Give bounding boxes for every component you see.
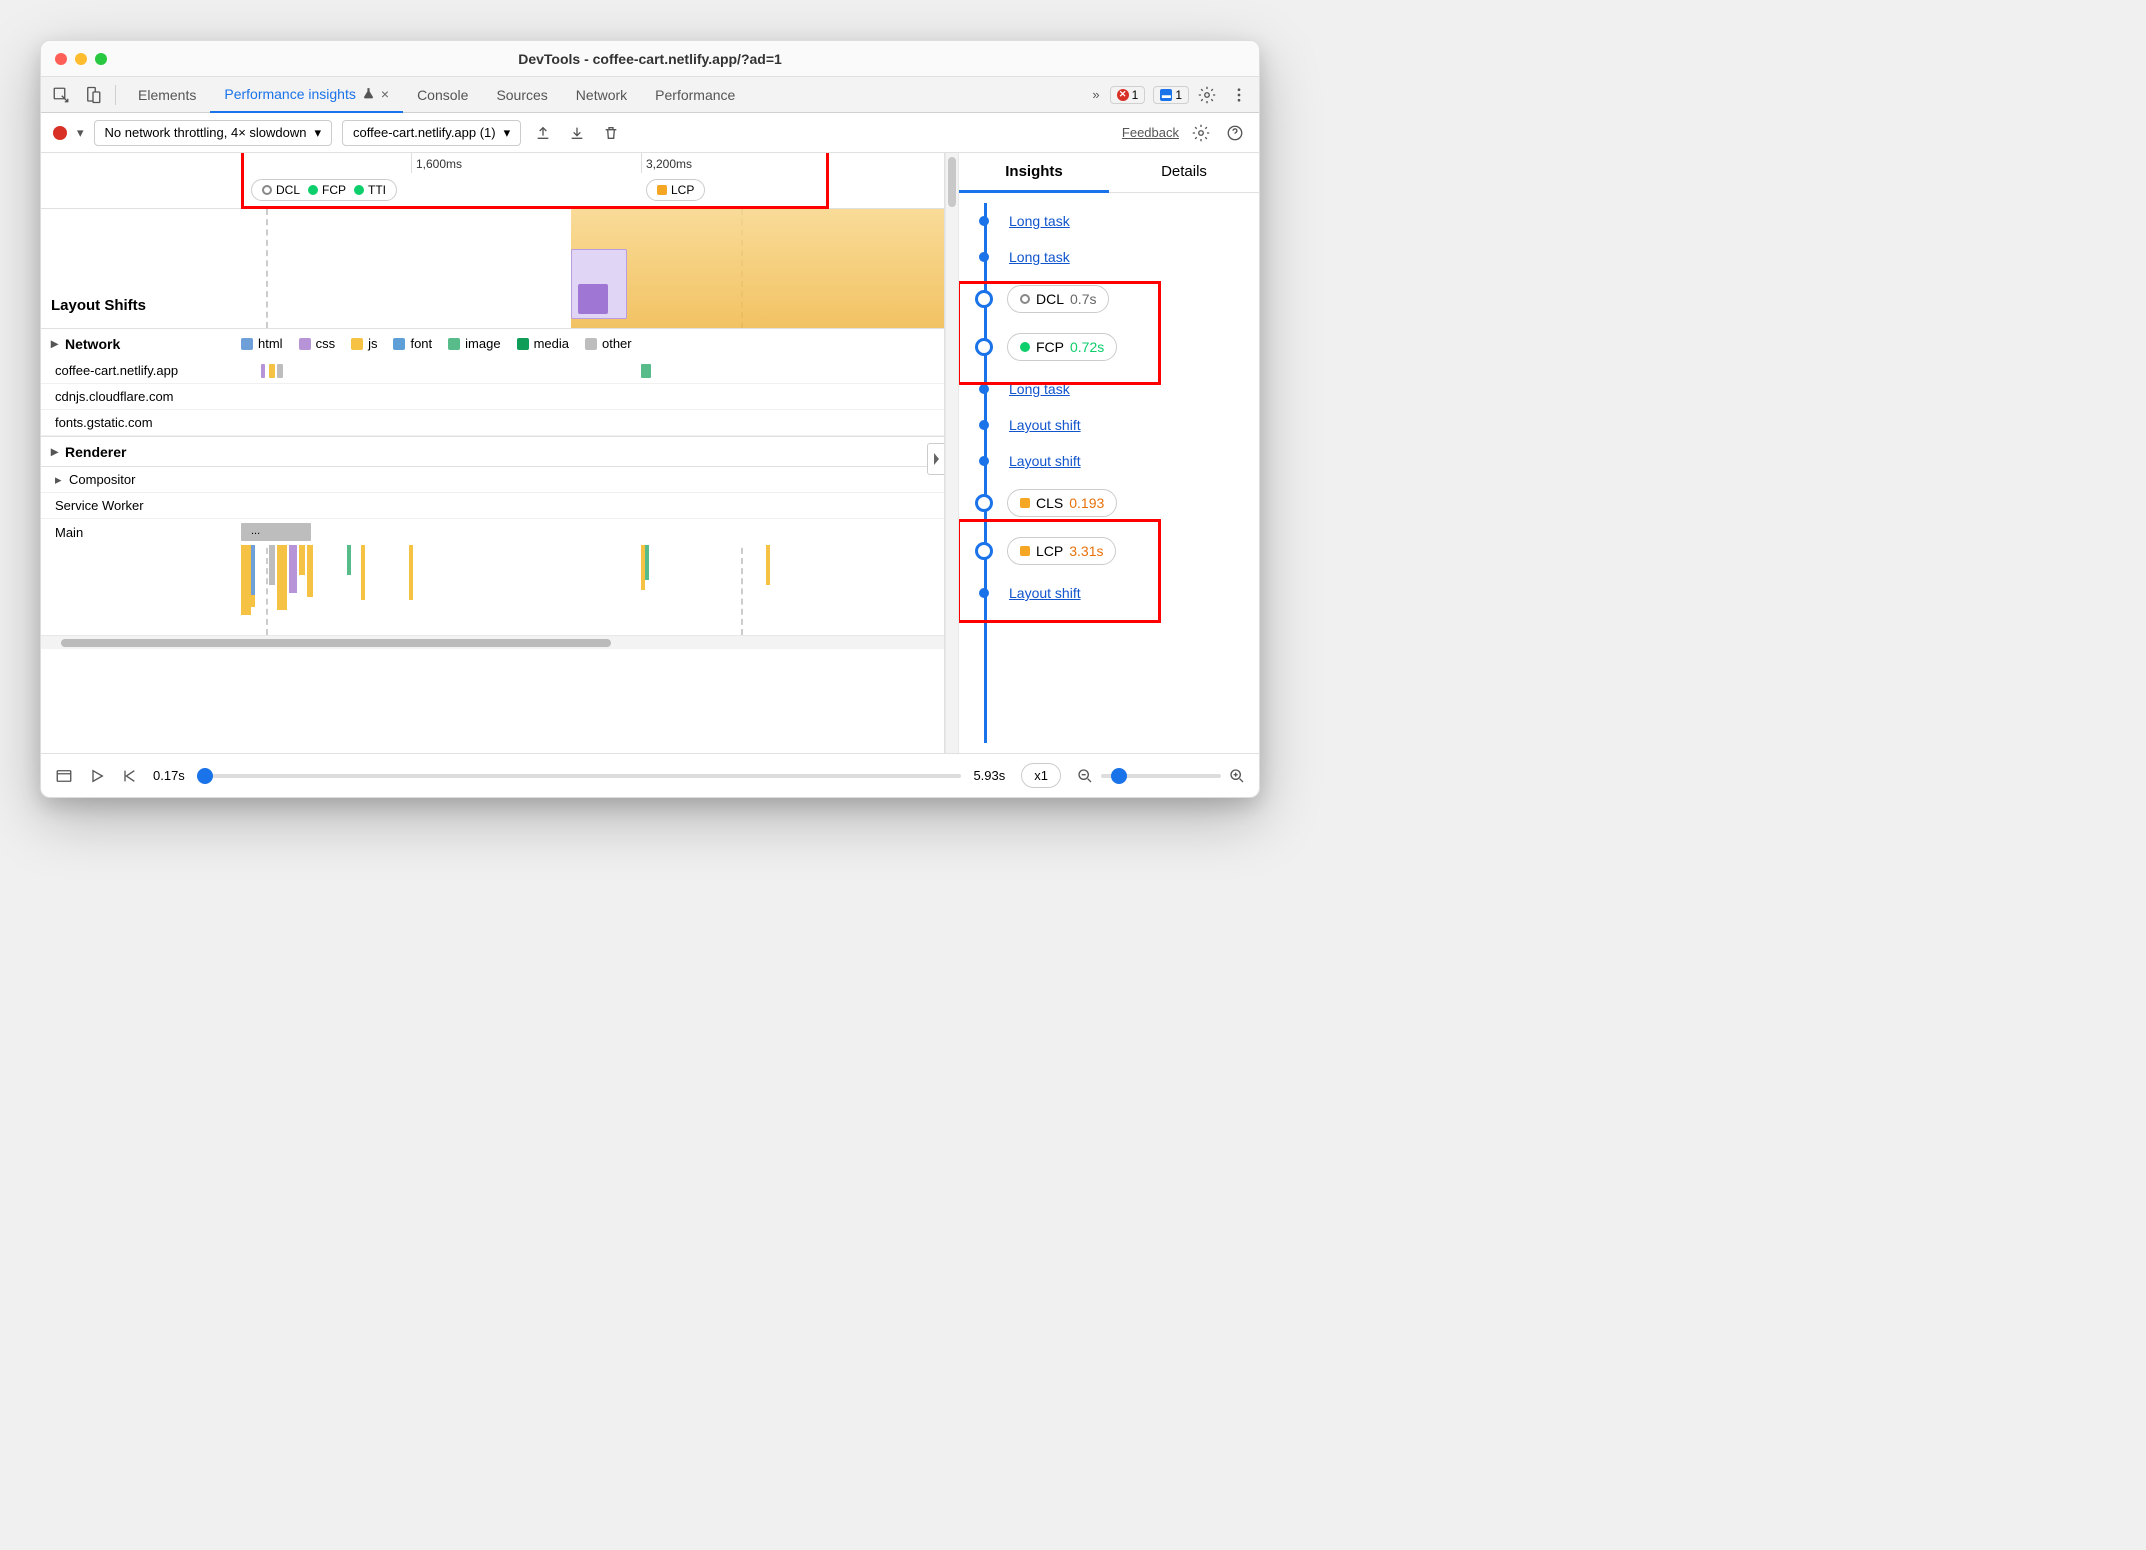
panel-settings-gear-icon[interactable] [1189, 121, 1213, 145]
help-icon[interactable] [1223, 121, 1247, 145]
main-row[interactable]: Main ... [41, 519, 944, 545]
titlebar: DevTools - coffee-cart.netlify.app/?ad=1 [41, 41, 1259, 77]
recording-select[interactable]: coffee-cart.netlify.app (1)▾ [342, 120, 521, 146]
playback-bar: 0.17s 5.93s x1 [41, 753, 1259, 797]
insight-long-task[interactable]: Long task [979, 203, 1249, 239]
throttling-select[interactable]: No network throttling, 4× slowdown▾ [94, 120, 333, 146]
delete-icon[interactable] [599, 121, 623, 145]
rewind-icon[interactable] [121, 768, 137, 784]
insights-list[interactable]: Long task Long task DCL 0.7s FCP 0.72s L… [959, 193, 1259, 753]
flask-icon [362, 87, 375, 100]
minimize-window-button[interactable] [75, 53, 87, 65]
play-icon[interactable] [89, 768, 105, 784]
timeline-pane: 1,600ms 3,200ms DCL FCP TTI LCP Layout S… [41, 153, 945, 753]
panel-tabs: Elements Performance insights × Console … [124, 77, 1082, 113]
feedback-link[interactable]: Feedback [1122, 125, 1179, 140]
service-worker-row[interactable]: Service Worker [41, 493, 944, 519]
zoom-in-icon[interactable] [1229, 768, 1245, 784]
tab-performance-insights[interactable]: Performance insights × [210, 77, 403, 113]
insight-fcp[interactable]: FCP 0.72s [979, 323, 1249, 371]
close-tab-icon[interactable]: × [381, 86, 389, 102]
kebab-menu-icon[interactable] [1225, 81, 1253, 109]
settings-gear-icon[interactable] [1193, 81, 1221, 109]
insight-layout-shift[interactable]: Layout shift [979, 407, 1249, 443]
export-icon[interactable] [531, 121, 555, 145]
network-section: ▸ Network html css js font image media o… [41, 329, 944, 437]
horizontal-scrollbar[interactable] [41, 635, 944, 649]
section-label: Network [65, 336, 120, 352]
time-tick: 3,200ms [646, 157, 692, 171]
insight-long-task[interactable]: Long task [979, 371, 1249, 407]
tab-details[interactable]: Details [1109, 153, 1259, 192]
traffic-lights [55, 53, 107, 65]
insights-toolbar: ▾ No network throttling, 4× slowdown▾ co… [41, 113, 1259, 153]
devtools-window: DevTools - coffee-cart.netlify.app/?ad=1… [40, 40, 1260, 798]
error-icon: ✕ [1117, 89, 1129, 101]
error-count-badge[interactable]: ✕ 1 [1110, 86, 1146, 104]
renderer-section-header[interactable]: ▸Renderer [41, 437, 944, 467]
insight-long-task[interactable]: Long task [979, 239, 1249, 275]
tab-performance[interactable]: Performance [641, 77, 749, 113]
timeline-ruler[interactable]: 1,600ms 3,200ms DCL FCP TTI LCP [41, 153, 944, 209]
collapse-sidebar-handle[interactable] [927, 443, 945, 475]
message-icon: ▬ [1160, 89, 1172, 101]
import-icon[interactable] [565, 121, 589, 145]
layout-shifts-label: Layout Shifts [51, 297, 146, 314]
screenshot-thumb[interactable] [571, 249, 627, 319]
time-end: 5.93s [973, 768, 1005, 783]
network-row[interactable]: coffee-cart.netlify.app [41, 358, 944, 384]
network-row[interactable]: fonts.gstatic.com [41, 410, 944, 436]
time-tick: 1,600ms [416, 157, 462, 171]
zoom-out-icon[interactable] [1077, 768, 1093, 784]
tab-network[interactable]: Network [562, 77, 641, 113]
speed-select[interactable]: x1 [1021, 763, 1061, 788]
insight-dcl[interactable]: DCL 0.7s [979, 275, 1249, 323]
tab-sources[interactable]: Sources [482, 77, 561, 113]
close-window-button[interactable] [55, 53, 67, 65]
vertical-scrollbar[interactable] [945, 153, 959, 753]
record-button[interactable] [53, 126, 67, 140]
time-start: 0.17s [153, 768, 185, 783]
devtools-tabs-row: Elements Performance insights × Console … [41, 77, 1259, 113]
content-area: 1,600ms 3,200ms DCL FCP TTI LCP Layout S… [41, 153, 1259, 753]
zoom-slider[interactable] [1101, 774, 1221, 778]
flame-chart[interactable] [241, 545, 944, 635]
network-row[interactable]: cdnjs.cloudflare.com [41, 384, 944, 410]
filmstrip-row[interactable]: Layout Shifts [41, 209, 944, 329]
maximize-window-button[interactable] [95, 53, 107, 65]
more-tabs-button[interactable]: » [1086, 87, 1105, 102]
insight-layout-shift[interactable]: Layout shift [979, 443, 1249, 479]
playback-slider[interactable] [197, 774, 962, 778]
insights-sidebar: Insights Details Long task Long task DCL… [959, 153, 1259, 753]
preview-toggle-icon[interactable] [55, 767, 73, 785]
insight-lcp[interactable]: LCP 3.31s [979, 527, 1249, 575]
tab-label: Performance insights [224, 86, 356, 102]
tab-insights[interactable]: Insights [959, 153, 1109, 193]
metrics-pill-1[interactable]: DCL FCP TTI [251, 179, 397, 201]
window-title: DevTools - coffee-cart.netlify.app/?ad=1 [41, 51, 1259, 67]
inspect-element-icon[interactable] [47, 81, 75, 109]
compositor-row[interactable]: ▸Compositor [41, 467, 944, 493]
insight-cls[interactable]: CLS 0.193 [979, 479, 1249, 527]
network-legend: html css js font image media other [241, 330, 642, 357]
record-dropdown[interactable]: ▾ [77, 125, 84, 141]
insight-layout-shift[interactable]: Layout shift [979, 575, 1249, 611]
tab-elements[interactable]: Elements [124, 77, 210, 113]
metrics-pill-2[interactable]: LCP [646, 179, 705, 201]
tab-console[interactable]: Console [403, 77, 482, 113]
message-count-badge[interactable]: ▬ 1 [1153, 86, 1189, 104]
collapse-toggle[interactable]: ▸ [51, 335, 61, 352]
sidebar-tabs: Insights Details [959, 153, 1259, 193]
device-toolbar-icon[interactable] [79, 81, 107, 109]
